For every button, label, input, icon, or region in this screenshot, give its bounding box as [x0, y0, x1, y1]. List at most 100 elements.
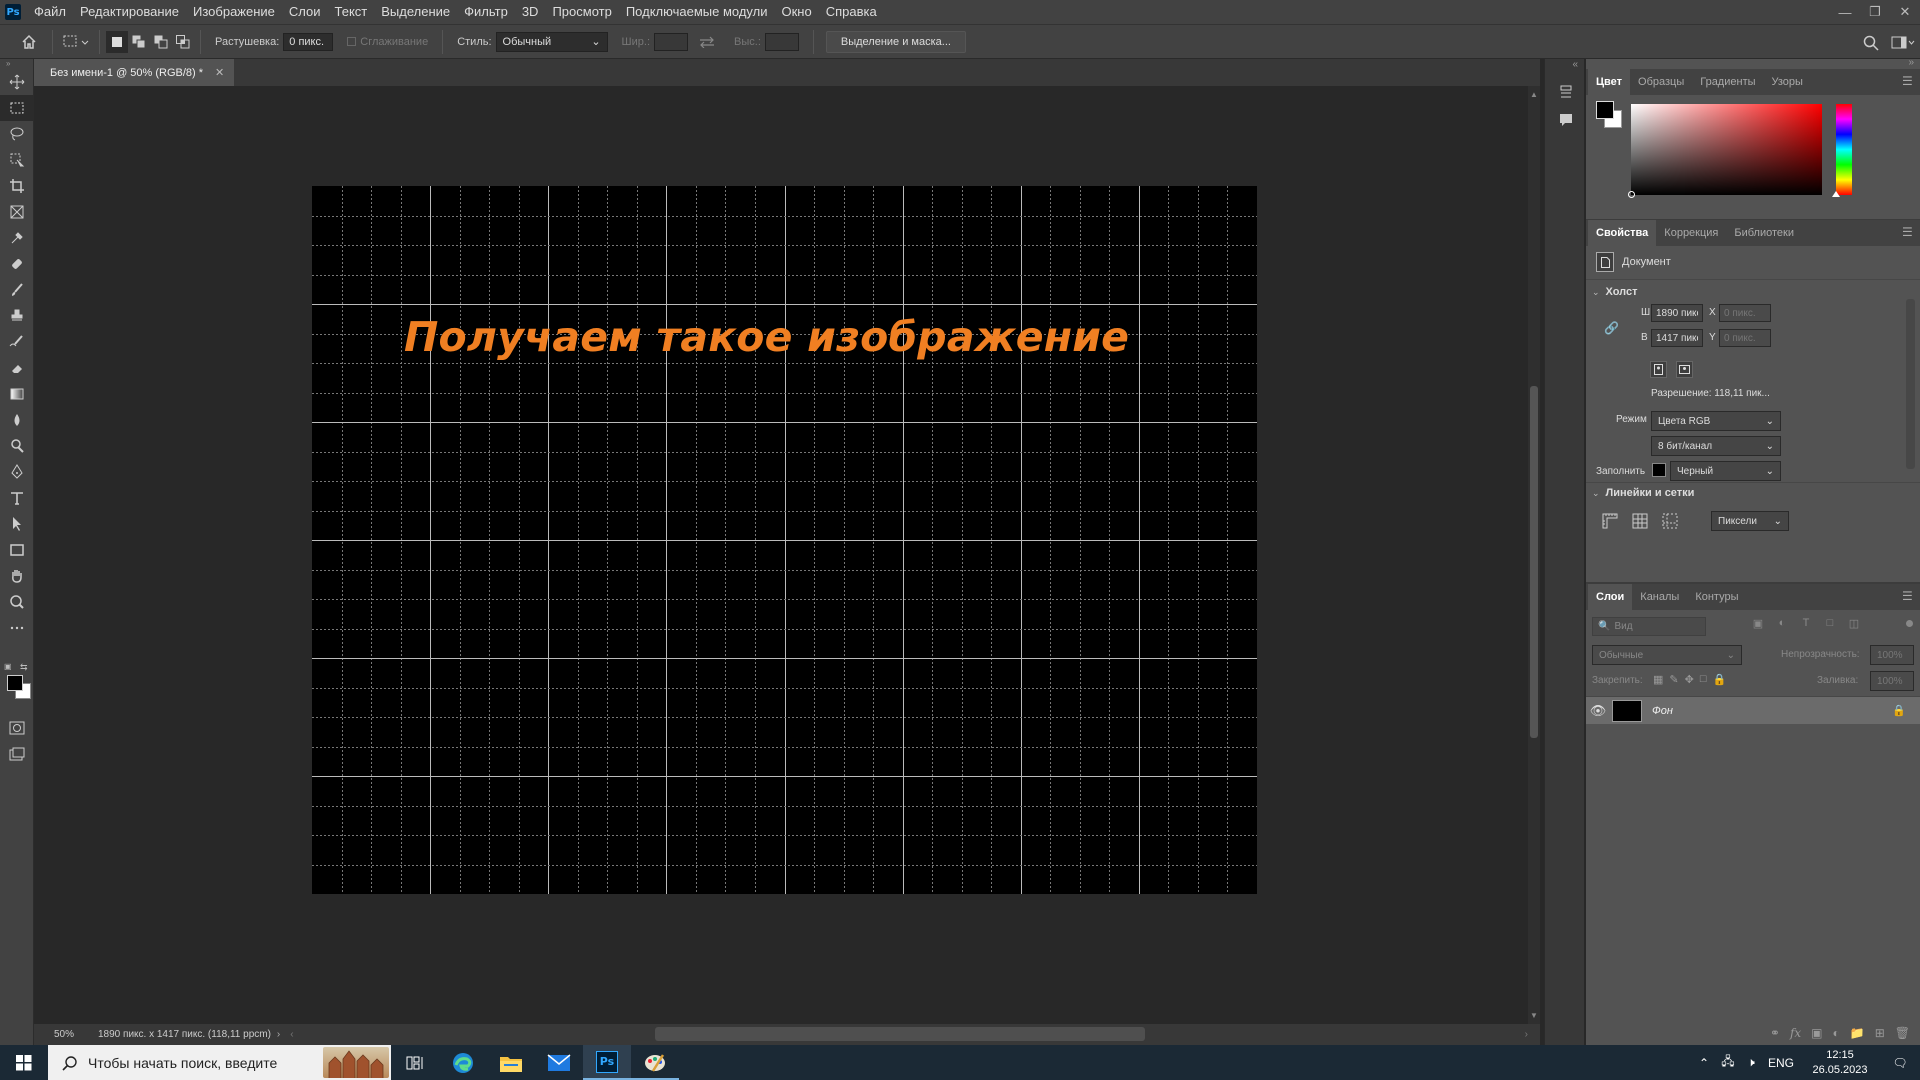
scroll-left-icon[interactable]: ‹ — [290, 1029, 293, 1040]
menu-item[interactable]: Справка — [819, 0, 884, 24]
panel-tab[interactable]: Градиенты — [1692, 69, 1763, 95]
units-select[interactable]: Пиксели ⌄ — [1711, 511, 1789, 531]
properties-scrollbar[interactable] — [1906, 299, 1915, 469]
healing-brush-icon[interactable] — [0, 251, 34, 277]
fill-color-swatch[interactable] — [1652, 463, 1666, 477]
height-input[interactable] — [764, 32, 799, 51]
more-tools-icon[interactable] — [0, 615, 34, 641]
menu-item[interactable]: Выделение — [374, 0, 457, 24]
menu-item[interactable]: Изображение — [186, 0, 282, 24]
zoom-level[interactable]: 50% — [54, 1029, 94, 1040]
color-swatches-mini[interactable] — [1596, 101, 1624, 129]
document-tab[interactable]: Без имени-1 @ 50% (RGB/8) * ✕ — [34, 59, 235, 86]
object-selection-icon[interactable] — [0, 147, 34, 173]
canvas-y-input[interactable] — [1719, 329, 1771, 347]
hand-icon[interactable] — [0, 563, 34, 589]
swap-colors-icon[interactable]: ⇆ — [20, 662, 28, 673]
fill-select[interactable]: Черный ⌄ — [1670, 461, 1781, 481]
vertical-scroll-thumb[interactable] — [1530, 386, 1538, 738]
lock-all-icon[interactable]: 🔒 — [1713, 673, 1727, 686]
blur-icon[interactable] — [0, 407, 34, 433]
mail-icon[interactable] — [535, 1045, 583, 1080]
layer-row[interactable]: 👁 Фон 🔒 — [1586, 696, 1920, 724]
path-selection-icon[interactable] — [0, 511, 34, 537]
opacity-input[interactable]: 100% — [1870, 645, 1914, 665]
select-and-mask-button[interactable]: Выделение и маска... — [825, 30, 966, 53]
guides-icon[interactable] — [1660, 511, 1680, 531]
history-icon[interactable] — [1553, 79, 1579, 105]
rectangular-marquee-icon[interactable] — [0, 95, 34, 121]
menu-item[interactable]: Окно — [774, 0, 818, 24]
collapse-toolbar-icon[interactable]: » — [0, 59, 33, 69]
width-input[interactable] — [654, 32, 689, 51]
color-mode-select[interactable]: Цвета RGB ⌄ — [1651, 411, 1781, 431]
lock-artboard-icon[interactable]: □ — [1700, 673, 1707, 686]
pen-icon[interactable] — [0, 459, 34, 485]
canvas-section-header[interactable]: ⌄ Холст — [1592, 286, 1638, 298]
layers-menu-icon[interactable]: ☰ — [1902, 590, 1914, 602]
search-icon[interactable] — [1856, 32, 1886, 54]
task-view-icon[interactable] — [391, 1045, 439, 1080]
menu-item[interactable]: Текст — [328, 0, 375, 24]
landscape-orientation-icon[interactable] — [1676, 361, 1693, 378]
color-picker-marker[interactable] — [1628, 191, 1635, 198]
subtract-selection-icon[interactable] — [150, 31, 172, 53]
menu-item[interactable]: 3D — [515, 0, 546, 24]
windows-start-icon[interactable] — [0, 1045, 48, 1080]
home-icon[interactable] — [16, 31, 42, 53]
panel-tab[interactable]: Коррекция — [1656, 220, 1726, 246]
lock-transparency-icon[interactable]: ▦ — [1653, 673, 1663, 686]
lock-position-icon[interactable]: ✥ — [1685, 673, 1694, 686]
add-selection-icon[interactable] — [128, 31, 150, 53]
dodge-icon[interactable] — [0, 433, 34, 459]
scroll-up-icon[interactable]: ▲ — [1530, 90, 1538, 99]
type-tool-icon[interactable] — [0, 485, 34, 511]
comments-icon[interactable] — [1553, 107, 1579, 133]
volume-icon[interactable]: 🕨 — [1740, 1055, 1762, 1070]
panel-tab[interactable]: Узоры — [1764, 69, 1811, 95]
lasso-icon[interactable] — [0, 121, 34, 147]
canvas-width-input[interactable] — [1651, 304, 1703, 322]
layer-lock-icon[interactable]: 🔒 — [1892, 704, 1906, 717]
new-layer-icon[interactable]: ⊞ — [1875, 1026, 1885, 1040]
canvas-height-input[interactable] — [1651, 329, 1703, 347]
gradient-icon[interactable] — [0, 381, 34, 407]
eyedropper-icon[interactable] — [0, 225, 34, 251]
edge-browser-icon[interactable] — [439, 1045, 487, 1080]
style-select[interactable]: Обычный ⌄ — [495, 31, 608, 52]
panel-tab[interactable]: Библиотеки — [1726, 220, 1802, 246]
frame-tool-icon[interactable] — [0, 199, 34, 225]
panel-tab[interactable]: Образцы — [1630, 69, 1692, 95]
portrait-orientation-icon[interactable] — [1650, 361, 1667, 378]
foreground-swatch[interactable] — [1596, 101, 1614, 119]
vertical-scrollbar[interactable]: ▲ ▼ — [1528, 86, 1540, 1024]
menu-item[interactable]: Файл — [27, 0, 73, 24]
bit-depth-select[interactable]: 8 бит/канал ⌄ — [1651, 436, 1781, 456]
document-canvas[interactable]: Получаем такое изображение — [312, 186, 1257, 894]
close-icon[interactable]: ✕ — [1890, 0, 1920, 24]
move-tool-icon[interactable] — [0, 69, 34, 95]
close-tab-icon[interactable]: ✕ — [215, 66, 224, 79]
quick-mask-icon[interactable] — [0, 715, 34, 741]
history-brush-icon[interactable] — [0, 329, 34, 355]
chevron-up-icon[interactable]: ⌃ — [1692, 1056, 1716, 1070]
clone-stamp-icon[interactable] — [0, 303, 34, 329]
menu-item[interactable]: Редактирование — [73, 0, 186, 24]
panel-menu-icon[interactable]: ☰ — [1902, 75, 1914, 87]
collapse-dock-icon[interactable]: » — [1908, 57, 1914, 68]
file-explorer-icon[interactable] — [487, 1045, 535, 1080]
zoom-icon[interactable] — [0, 589, 34, 615]
saturation-brightness-field[interactable] — [1628, 104, 1822, 198]
feather-input[interactable] — [283, 32, 334, 51]
delete-layer-icon[interactable]: 🗑 — [1895, 1026, 1910, 1040]
canvas-x-input[interactable] — [1719, 304, 1771, 322]
layer-style-icon[interactable]: fx — [1790, 1026, 1801, 1040]
link-dimensions-icon[interactable]: 🔗 — [1604, 321, 1619, 335]
shape-filter-icon[interactable]: □ — [1820, 617, 1840, 630]
new-adjustment-icon[interactable]: ◐ — [1833, 1026, 1840, 1040]
menu-item[interactable]: Просмотр — [545, 0, 618, 24]
menu-item[interactable]: Фильтр — [457, 0, 515, 24]
layer-filter-select[interactable]: 🔍 Вид — [1592, 617, 1706, 636]
smart-object-filter-icon[interactable]: ◫ — [1844, 617, 1864, 630]
panel-tab[interactable]: Контуры — [1687, 584, 1746, 610]
